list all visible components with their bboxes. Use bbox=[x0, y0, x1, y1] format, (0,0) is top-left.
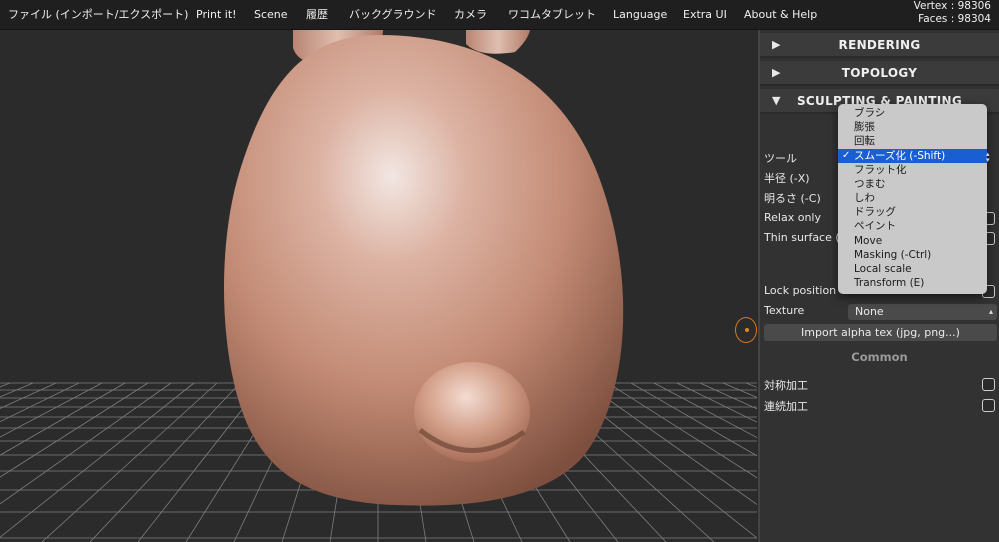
tool-option-move[interactable]: Move bbox=[838, 234, 987, 248]
menu-file[interactable]: ファイル (インポート/エクスポート) bbox=[8, 0, 188, 29]
tool-option-masking[interactable]: Masking (-Ctrl) bbox=[838, 248, 987, 262]
continuous-label: 連続加工 bbox=[764, 400, 808, 413]
symmetry-checkbox[interactable] bbox=[982, 378, 995, 391]
tool-option-paint[interactable]: ペイント bbox=[838, 219, 987, 233]
menu-about-help[interactable]: About & Help bbox=[744, 0, 817, 29]
tool-option-pinch[interactable]: つまむ bbox=[838, 177, 987, 191]
intensity-label: 明るさ (-C) bbox=[764, 192, 821, 205]
model-right-ear bbox=[466, 30, 530, 54]
menu-history[interactable]: 履歴 bbox=[306, 0, 328, 29]
section-title: TOPOLOGY bbox=[841, 66, 918, 80]
texture-select-value: None bbox=[855, 305, 884, 318]
menu-scene[interactable]: Scene bbox=[254, 0, 288, 29]
menu-language[interactable]: Language bbox=[613, 0, 667, 29]
tool-option-smooth[interactable]: ✓ スムーズ化 (-Shift) bbox=[838, 149, 987, 163]
brush-center-icon bbox=[745, 328, 749, 332]
tool-option-flatten[interactable]: フラット化 bbox=[838, 163, 987, 177]
texture-label: Texture bbox=[764, 304, 805, 317]
menu-wacom[interactable]: ワコムタブレット bbox=[508, 0, 596, 29]
continuous-checkbox[interactable] bbox=[982, 399, 995, 412]
checkmark-icon: ✓ bbox=[842, 150, 851, 161]
common-heading: Common bbox=[851, 350, 908, 364]
tool-option-drag[interactable]: ドラッグ bbox=[838, 205, 987, 219]
model-nose bbox=[414, 362, 530, 462]
tool-dropdown-menu[interactable]: ブラシ 膨張 回転 ✓ スムーズ化 (-Shift) フラット化 つまむ しわ … bbox=[838, 104, 987, 294]
select-arrows-icon: ▴▾ bbox=[986, 150, 990, 164]
vertex-count: Vertex : 98306 bbox=[913, 0, 991, 12]
relax-only-label: Relax only bbox=[764, 211, 821, 224]
menu-camera[interactable]: カメラ bbox=[454, 0, 487, 29]
tool-option-transform[interactable]: Transform (E) bbox=[838, 276, 987, 290]
faces-count: Faces : 98304 bbox=[918, 13, 991, 25]
import-alpha-button[interactable]: Import alpha tex (jpg, png...) bbox=[764, 324, 997, 341]
tool-option-twist[interactable]: 回転 bbox=[838, 134, 987, 148]
mesh-stats: Vertex : 98306 Faces : 98304 bbox=[914, 0, 991, 26]
texture-select[interactable]: None ▴▾ bbox=[848, 304, 997, 332]
3d-viewport[interactable] bbox=[0, 30, 757, 542]
menu-extra-ui[interactable]: Extra UI bbox=[683, 0, 727, 29]
tool-option-smooth-label: スムーズ化 (-Shift) bbox=[854, 150, 946, 162]
lock-position-label: Lock position bbox=[764, 284, 837, 297]
tool-option-crease[interactable]: しわ bbox=[838, 191, 987, 205]
menu-background[interactable]: バックグラウンド bbox=[349, 0, 437, 29]
section-rendering[interactable]: ▶ RENDERING bbox=[760, 33, 999, 58]
viewport-canvas bbox=[0, 30, 757, 542]
menu-bar: ファイル (インポート/エクスポート) Print it! Scene 履歴 バ… bbox=[0, 0, 999, 30]
section-title: RENDERING bbox=[838, 38, 921, 52]
radius-label: 半径 (-X) bbox=[764, 172, 810, 185]
tool-option-inflate[interactable]: 膨張 bbox=[838, 120, 987, 134]
tool-option-local-scale[interactable]: Local scale bbox=[838, 262, 987, 276]
section-topology[interactable]: ▶ TOPOLOGY bbox=[760, 61, 999, 86]
tool-option-brush[interactable]: ブラシ bbox=[838, 106, 987, 120]
symmetry-label: 対称加工 bbox=[764, 379, 808, 392]
tool-label: ツール bbox=[764, 152, 797, 165]
menu-print[interactable]: Print it! bbox=[196, 0, 237, 29]
